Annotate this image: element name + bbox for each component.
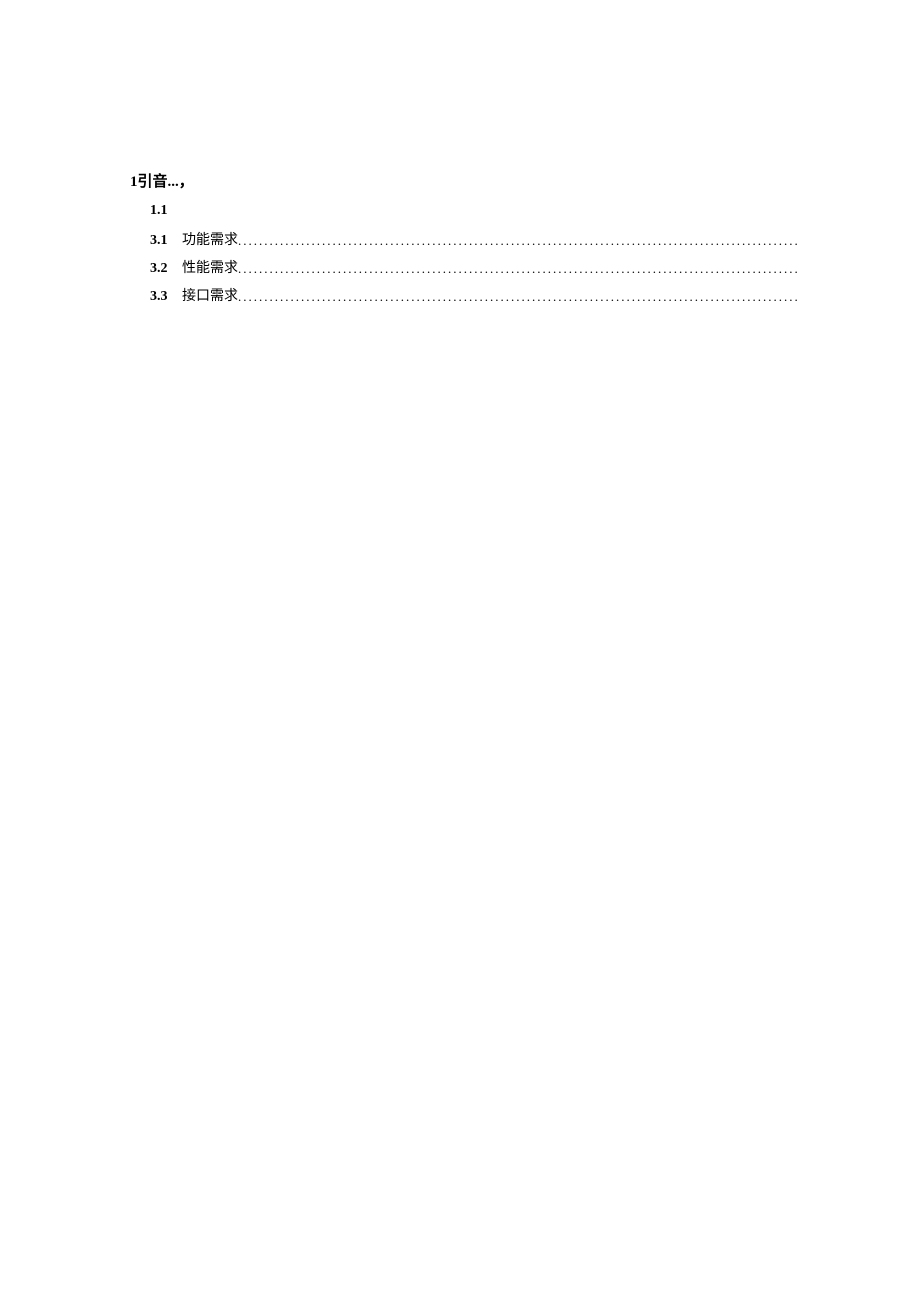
toc-entry-label: 性能需求 (182, 257, 238, 277)
toc-entry: 3.2 性能需求 (150, 257, 800, 277)
toc-entry: 3.1 功能需求 (150, 229, 800, 249)
heading-level-2: 1.1 (150, 203, 800, 219)
toc-entry-number: 3.1 (150, 233, 182, 249)
heading-1-number: 1 (130, 174, 138, 190)
toc-dot-leader (238, 289, 800, 305)
heading-level-1: 1引音...， (130, 170, 800, 191)
heading-2-number: 1.1 (150, 203, 168, 218)
document-page: 1引音...， 1.1 3.1 功能需求 3.2 性能需求 3.3 接口需求 (130, 170, 800, 313)
toc-dot-leader (238, 233, 800, 249)
heading-1-text: 引音...， (138, 174, 194, 190)
toc-entry-number: 3.2 (150, 261, 182, 277)
toc-entry-label: 接口需求 (182, 285, 238, 305)
toc-entry-label: 功能需求 (182, 229, 238, 249)
toc-dot-leader (238, 261, 800, 277)
toc-entry-number: 3.3 (150, 289, 182, 305)
toc-entry: 3.3 接口需求 (150, 285, 800, 305)
